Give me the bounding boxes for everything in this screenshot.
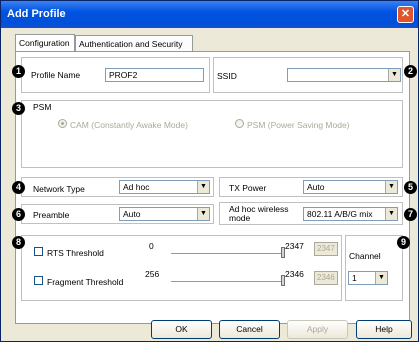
fragment-value-field[interactable]: 2346 — [314, 271, 338, 285]
profile-name-input[interactable]: PROF2 — [105, 68, 204, 82]
psm-radio[interactable] — [235, 119, 244, 128]
badge-3: 3 — [12, 102, 25, 115]
rts-threshold-label: RTS Threshold — [47, 248, 104, 258]
rts-value-field[interactable]: 2347 — [314, 242, 338, 256]
rts-min-label: 0 — [149, 241, 154, 251]
badge-8: 8 — [12, 236, 25, 249]
channel-label: Channel — [349, 251, 381, 261]
adhoc-mode-value: 802.11 A/B/G mix — [307, 209, 373, 219]
network-type-label: Network Type — [33, 184, 85, 194]
badge-5: 5 — [404, 181, 417, 194]
badge-7: 7 — [404, 208, 417, 221]
preamble-value: Auto — [123, 209, 141, 219]
adhoc-mode-select[interactable]: 802.11 A/B/G mix ▼ — [303, 207, 398, 221]
ok-button[interactable]: OK — [151, 320, 212, 339]
profile-name-label: Profile Name — [31, 70, 81, 80]
fragment-threshold-label: Fragment Threshold — [47, 277, 124, 287]
help-button[interactable]: Help — [356, 320, 412, 339]
adhoc-mode-label-2: mode — [229, 213, 251, 223]
rts-max-label: 2347 — [285, 241, 304, 251]
psm-mode-label: PSM (Power Saving Mode) — [247, 120, 350, 130]
fragment-max-label: 2346 — [285, 269, 304, 279]
badge-6: 6 — [12, 208, 25, 221]
badge-1: 1 — [12, 65, 25, 78]
rts-slider-track[interactable] — [171, 253, 285, 255]
channel-select[interactable]: 1 ▼ — [348, 271, 388, 285]
cam-radio[interactable] — [58, 119, 67, 128]
chevron-down-icon[interactable]: ▼ — [385, 208, 397, 220]
chevron-down-icon[interactable]: ▼ — [197, 208, 209, 220]
chevron-down-icon[interactable]: ▼ — [388, 69, 400, 81]
chevron-down-icon[interactable]: ▼ — [197, 181, 209, 193]
window-title: Add Profile — [7, 8, 66, 20]
preamble-label: Preamble — [33, 210, 70, 220]
badge-2: 2 — [404, 65, 417, 78]
ssid-label: SSID — [217, 71, 237, 81]
rts-slider-thumb[interactable] — [281, 247, 285, 258]
network-type-value: Ad hoc — [123, 182, 150, 192]
title-bar[interactable]: Add Profile ✕ — [1, 1, 418, 28]
fragment-slider-thumb[interactable] — [281, 275, 285, 286]
badge-9: 9 — [397, 236, 410, 249]
preamble-select[interactable]: Auto ▼ — [119, 207, 210, 221]
cam-label: CAM (Constantly Awake Mode) — [70, 120, 188, 130]
cancel-button[interactable]: Cancel — [219, 320, 280, 339]
tab-configuration[interactable]: Configuration — [15, 34, 75, 52]
tx-power-label: TX Power — [229, 183, 267, 193]
tx-power-select[interactable]: Auto ▼ — [303, 180, 398, 194]
psm-label: PSM — [31, 102, 54, 112]
channel-group — [345, 235, 403, 301]
channel-value: 1 — [352, 273, 357, 283]
chevron-down-icon[interactable]: ▼ — [385, 181, 397, 193]
tab-authentication-security[interactable]: Authentication and Security — [75, 35, 193, 52]
network-type-select[interactable]: Ad hoc ▼ — [119, 180, 210, 194]
rts-threshold-checkbox[interactable] — [34, 247, 43, 256]
fragment-min-label: 256 — [145, 269, 160, 279]
chevron-down-icon[interactable]: ▼ — [375, 272, 387, 284]
tx-power-value: Auto — [307, 182, 325, 192]
psm-group — [21, 100, 403, 168]
apply-button[interactable]: Apply — [287, 320, 348, 339]
fragment-slider-track[interactable] — [171, 281, 285, 283]
ssid-select[interactable]: ▼ — [287, 68, 401, 82]
add-profile-window: Add Profile ✕ Configuration Authenticati… — [0, 0, 419, 342]
close-button[interactable]: ✕ — [397, 6, 414, 23]
fragment-threshold-checkbox[interactable] — [34, 276, 43, 285]
badge-4: 4 — [12, 181, 25, 194]
